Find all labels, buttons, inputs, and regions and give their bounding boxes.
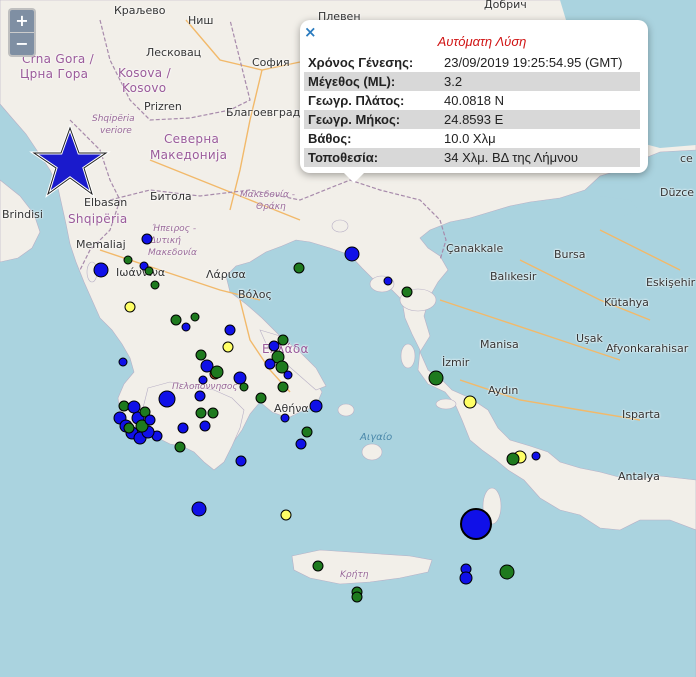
earthquake-marker[interactable] — [191, 501, 207, 517]
close-icon[interactable]: × — [304, 24, 317, 40]
earthquake-marker[interactable] — [293, 262, 305, 274]
earthquake-marker[interactable] — [224, 324, 236, 336]
earthquake-marker[interactable] — [123, 255, 133, 265]
earthquake-marker[interactable] — [199, 420, 211, 432]
earthquake-marker[interactable] — [144, 414, 156, 426]
detail-key: Μέγεθος (ML): — [304, 72, 440, 91]
detail-key: Τοποθεσία: — [304, 148, 440, 167]
earthquake-marker[interactable] — [158, 390, 176, 408]
earthquake-marker[interactable] — [174, 441, 186, 453]
earthquake-marker[interactable] — [459, 571, 473, 585]
earthquake-marker[interactable] — [255, 392, 267, 404]
detail-key: Βάθος: — [308, 131, 352, 146]
earthquake-marker[interactable] — [181, 322, 191, 332]
earthquake-marker[interactable] — [351, 591, 363, 603]
table-row: Μέγεθος (ML): 3.2 — [304, 72, 640, 91]
detail-key: Γεωγρ. Πλάτος: — [308, 93, 405, 108]
popup-title: Αυτόματη Λύση — [437, 34, 527, 49]
earthquake-marker[interactable] — [280, 413, 290, 423]
detail-value: 23/09/2019 19:25:54.95 (GMT) — [444, 55, 623, 70]
zoom-in-button[interactable]: + — [10, 10, 34, 32]
earthquake-marker[interactable] — [127, 400, 141, 414]
zoom-control: + − — [8, 8, 36, 57]
table-row: Χρόνος Γένεσης: 23/09/2019 19:25:54.95 (… — [304, 53, 640, 72]
earthquake-marker[interactable] — [283, 370, 293, 380]
earthquake-marker[interactable] — [144, 266, 154, 276]
earthquake-marker[interactable] — [195, 407, 207, 419]
event-details-table: Χρόνος Γένεσης: 23/09/2019 19:25:54.95 (… — [304, 53, 640, 167]
earthquake-marker[interactable] — [141, 233, 153, 245]
detail-value: 34 Χλμ. ΒΔ της Λήμνου — [440, 148, 640, 167]
earthquake-marker[interactable] — [309, 399, 323, 413]
earthquake-marker[interactable] — [210, 365, 224, 379]
earthquake-marker[interactable] — [118, 357, 128, 367]
detail-value: 3.2 — [440, 72, 640, 91]
earthquake-marker[interactable] — [123, 422, 135, 434]
earthquake-marker[interactable] — [531, 451, 541, 461]
event-info-popup: × Αυτόματη Λύση Χρόνος Γένεσης: 23/09/20… — [300, 20, 648, 183]
table-row: Γεωγρ. Μήκος: 24.8593 E — [304, 110, 640, 129]
earthquake-marker[interactable] — [198, 375, 208, 385]
earthquake-marker[interactable] — [277, 334, 289, 346]
zoom-out-button[interactable]: − — [10, 32, 34, 55]
table-row: Βάθος: 10.0 Χλμ — [304, 129, 640, 148]
earthquake-marker[interactable] — [295, 438, 307, 450]
earthquake-marker[interactable] — [194, 390, 206, 402]
earthquake-marker[interactable] — [499, 564, 515, 580]
table-row: Τοποθεσία: 34 Χλμ. ΒΔ της Λήμνου — [304, 148, 640, 167]
detail-key: Γεωγρ. Μήκος: — [304, 110, 440, 129]
earthquake-marker[interactable] — [301, 426, 313, 438]
earthquake-marker[interactable] — [383, 276, 393, 286]
earthquake-marker[interactable] — [428, 370, 444, 386]
detail-key: Χρόνος Γένεσης: — [308, 55, 414, 70]
earthquake-marker[interactable] — [93, 262, 109, 278]
earthquake-marker[interactable] — [190, 312, 200, 322]
earthquake-marker[interactable] — [222, 341, 234, 353]
earthquake-marker[interactable] — [463, 395, 477, 409]
earthquake-marker[interactable] — [506, 452, 520, 466]
earthquake-marker[interactable] — [124, 301, 136, 313]
earthquake-marker[interactable] — [280, 509, 292, 521]
earthquake-marker[interactable] — [239, 382, 249, 392]
table-row: Γεωγρ. Πλάτος: 40.0818 N — [304, 91, 640, 110]
earthquake-marker[interactable] — [312, 560, 324, 572]
earthquake-marker[interactable] — [170, 314, 182, 326]
earthquake-marker[interactable] — [460, 508, 492, 540]
earthquake-marker[interactable] — [268, 340, 280, 352]
earthquake-marker[interactable] — [344, 246, 360, 262]
earthquake-marker[interactable] — [150, 280, 160, 290]
detail-value: 24.8593 E — [440, 110, 640, 129]
earthquake-marker[interactable] — [264, 358, 276, 370]
earthquake-marker[interactable] — [207, 407, 219, 419]
earthquake-marker[interactable] — [195, 349, 207, 361]
detail-value: 10.0 Χλμ — [444, 131, 496, 146]
earthquake-marker[interactable] — [177, 422, 189, 434]
earthquake-marker[interactable] — [277, 381, 289, 393]
earthquake-marker[interactable] — [235, 455, 247, 467]
detail-value: 40.0818 N — [444, 93, 504, 108]
earthquake-marker[interactable] — [401, 286, 413, 298]
earthquake-marker[interactable] — [118, 400, 130, 412]
earthquake-marker[interactable] — [233, 371, 247, 385]
